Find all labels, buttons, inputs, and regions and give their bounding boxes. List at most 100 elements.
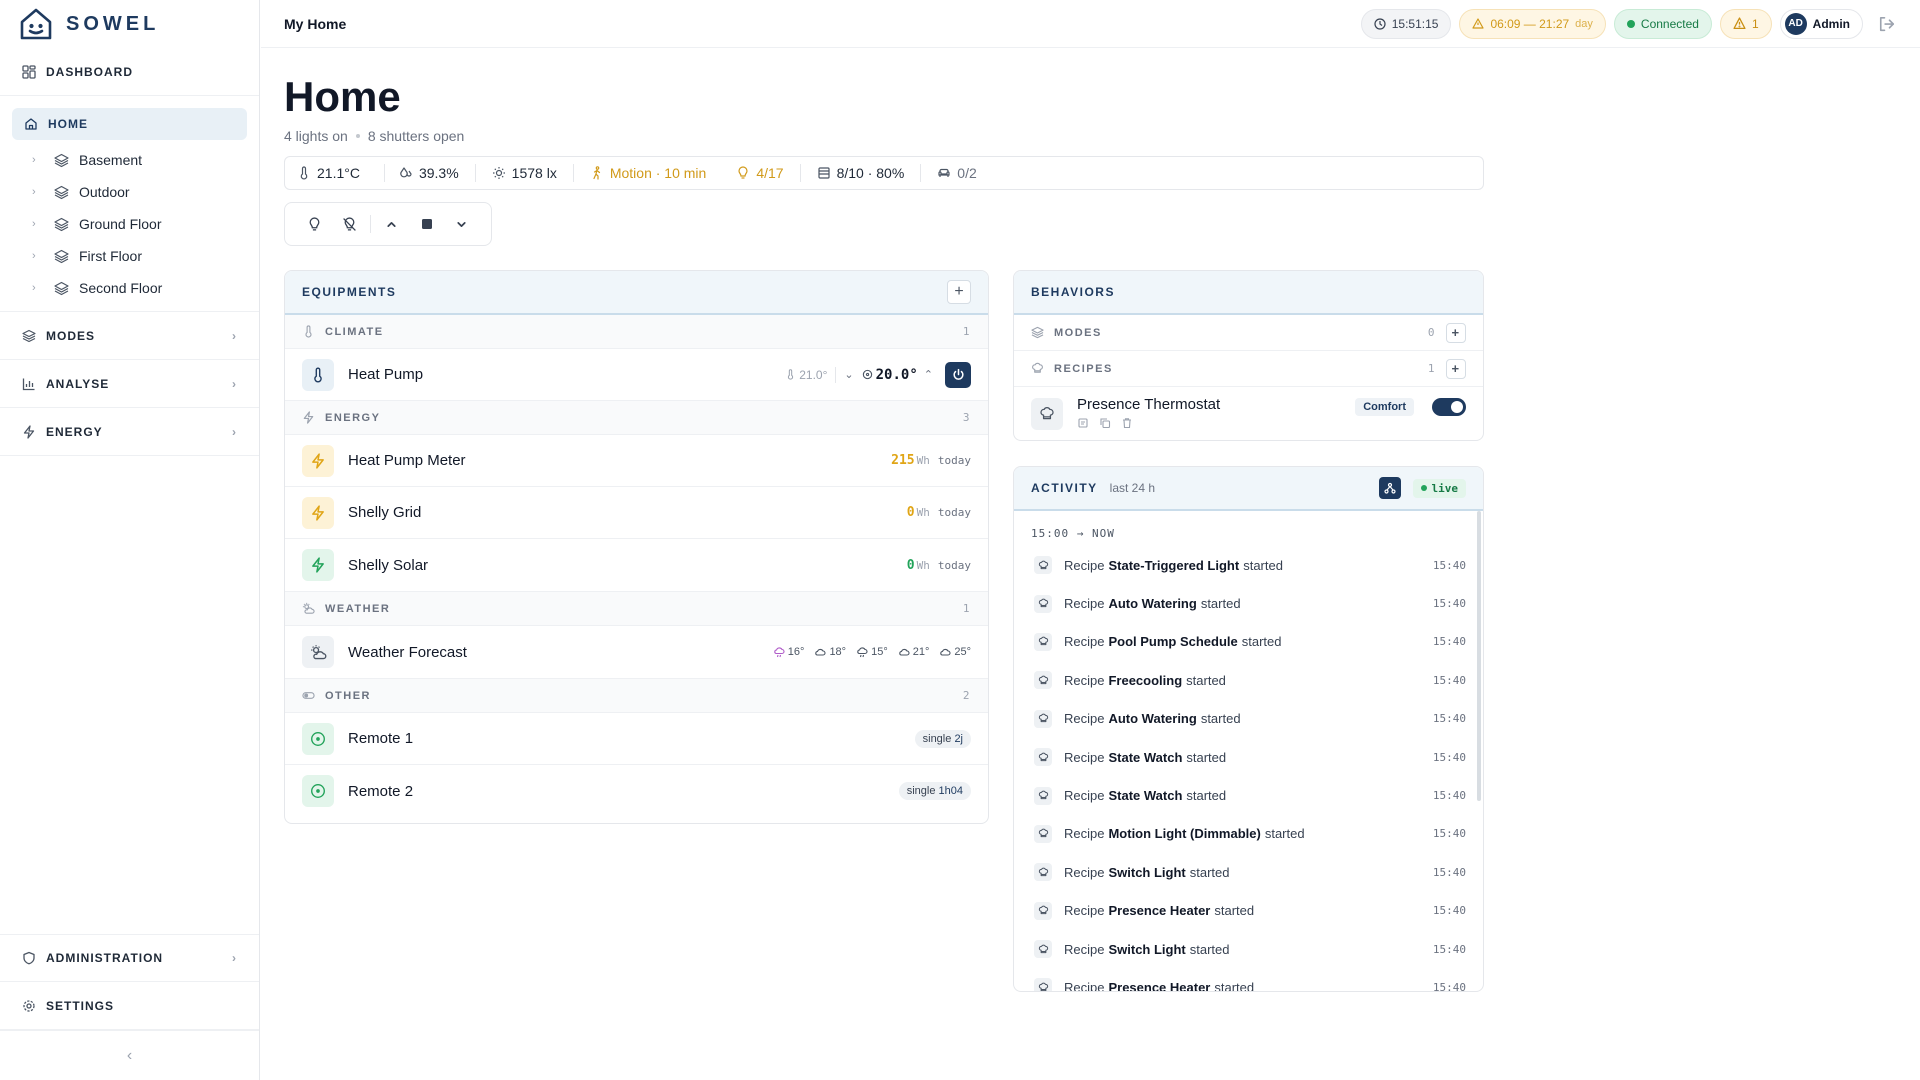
trash-icon[interactable] — [1121, 417, 1133, 429]
activity-row[interactable]: Recipe Switch Light started 15:40 — [1014, 853, 1483, 891]
activity-suffix: started — [1200, 596, 1241, 612]
equipment-row-weather-forecast[interactable]: Weather Forecast 16° 18° 15° 21° 25° — [285, 626, 988, 679]
chevron-right-icon[interactable]: › — [32, 282, 42, 294]
add-equipment-button[interactable]: + — [947, 280, 971, 304]
activity-feed[interactable]: 15:00 → NOW Recipe State-Triggered Light s… — [1014, 511, 1483, 991]
add-recipe-button[interactable]: + — [1446, 358, 1466, 379]
activity-row[interactable]: Recipe State Watch started 15:40 — [1014, 776, 1483, 814]
chef-hat-icon — [1034, 671, 1052, 690]
scrollbar[interactable] — [1477, 511, 1481, 801]
activity-row[interactable]: Recipe Switch Light started 15:40 — [1014, 930, 1483, 968]
activity-row[interactable]: Recipe Auto Watering started 15:40 — [1014, 700, 1483, 738]
shutters-down-button[interactable] — [444, 210, 479, 238]
equipment-name: Remote 1 — [348, 730, 414, 747]
status-badge: single 2j — [914, 729, 971, 748]
user-name: Admin — [1812, 16, 1850, 31]
floor-item-outdoor[interactable]: › Outdoor — [0, 176, 259, 208]
equipment-row-shelly-grid[interactable]: Shelly Grid 0 Wh today — [285, 487, 988, 539]
lights-off-button[interactable] — [332, 210, 367, 238]
zone-stats-bar: 21.1°C 39.3% 1578 lx Motion · 10 min 4/1… — [284, 156, 1484, 190]
recipe-enabled-toggle[interactable] — [1432, 398, 1466, 416]
lightbulb-off-icon — [343, 216, 356, 231]
live-dot-icon — [1420, 485, 1427, 491]
activity-recipe-name: State-Triggered Light — [1108, 557, 1240, 573]
nav-analyse[interactable]: ANALYSE › — [0, 360, 259, 408]
thermometer-icon — [788, 369, 794, 380]
activity-graph-button[interactable] — [1378, 477, 1401, 499]
recipe-row-presence-thermostat[interactable]: Presence Thermostat Comfort — [1014, 387, 1483, 439]
stat-temperature: 21.1°C — [297, 164, 376, 182]
recipe-name: Presence Thermostat — [1077, 396, 1221, 413]
shutters-open-summary: 8 shutters open — [367, 128, 465, 144]
equipment-name: Shelly Solar — [348, 556, 429, 574]
activity-row[interactable]: Recipe Auto Watering started 15:40 — [1014, 584, 1483, 622]
logout-icon[interactable] — [1877, 14, 1897, 34]
activity-row[interactable]: Recipe Presence Heater started 15:40 — [1014, 892, 1483, 930]
nav-energy[interactable]: ENERGY › — [0, 408, 259, 456]
nav-administration[interactable]: ADMINISTRATION › — [0, 934, 259, 982]
activity-suffix: started — [1186, 672, 1226, 688]
app-logo[interactable]: SOWEL — [0, 0, 259, 48]
layers-icon — [22, 329, 36, 342]
layers-icon — [54, 217, 69, 231]
top-header: My Home 15:51:15 06:09 — 21:27 day Conne… — [261, 0, 1920, 48]
floor-label: Ground Floor — [79, 216, 162, 232]
cloud-icon — [898, 648, 910, 656]
chef-hat-icon — [1034, 786, 1052, 805]
chef-hat-icon — [1034, 632, 1052, 651]
clock-time: 15:51:15 — [1391, 16, 1439, 31]
activity-prefix: Recipe — [1064, 596, 1105, 612]
chevron-right-icon[interactable]: › — [32, 218, 42, 230]
chevron-right-icon[interactable]: › — [32, 186, 42, 198]
floor-item-first-floor[interactable]: › First Floor — [0, 240, 259, 272]
activity-row[interactable]: Recipe Freecooling started 15:40 — [1014, 661, 1483, 699]
chef-hat-icon — [1034, 748, 1052, 767]
energy-unit: Wh — [916, 558, 930, 572]
nav-modes[interactable]: MODES › — [0, 312, 259, 360]
stop-icon — [421, 219, 432, 229]
activity-prefix: Recipe — [1064, 979, 1105, 991]
nav-home[interactable]: HOME — [12, 108, 247, 140]
lights-on-button[interactable] — [297, 210, 332, 238]
bolt-icon — [302, 444, 334, 477]
alerts-pill[interactable]: 1 — [1719, 8, 1772, 39]
setpoint-decrease-button[interactable]: ⌄ — [844, 368, 853, 381]
nav-dashboard[interactable]: DASHBOARD — [0, 48, 259, 96]
chef-hat-icon — [1034, 901, 1052, 920]
history-icon[interactable] — [1077, 417, 1089, 429]
activity-row[interactable]: Recipe State Watch started 15:40 — [1014, 738, 1483, 776]
layers-icon — [54, 153, 69, 167]
chevron-right-icon[interactable]: › — [32, 250, 42, 262]
activity-row[interactable]: Recipe State-Triggered Light started 15:40 — [1014, 546, 1483, 584]
chevron-down-icon — [457, 221, 466, 227]
setpoint-increase-button[interactable]: ⌃ — [924, 368, 933, 381]
energy-period: today — [937, 454, 971, 467]
copy-icon[interactable] — [1099, 417, 1111, 429]
forecast-temp: 15° — [871, 646, 888, 658]
equipment-name: Weather Forecast — [348, 643, 467, 661]
chevron-up-icon — [387, 221, 396, 227]
shutters-up-button[interactable] — [374, 210, 409, 238]
sofa-icon — [938, 168, 950, 177]
activity-row[interactable]: Recipe Motion Light (Dimmable) started 15:4… — [1014, 815, 1483, 853]
floor-label: Second Floor — [79, 280, 163, 296]
power-button[interactable] — [945, 361, 971, 388]
equipment-row-shelly-solar[interactable]: Shelly Solar 0 Wh today — [285, 539, 988, 592]
nav-settings[interactable]: SETTINGS — [0, 982, 259, 1030]
user-menu[interactable]: AD Admin — [1779, 8, 1863, 39]
floor-item-second-floor[interactable]: › Second Floor — [0, 272, 259, 304]
shutters-stop-button[interactable] — [409, 210, 444, 238]
floor-item-ground-floor[interactable]: › Ground Floor — [0, 208, 259, 240]
equipment-row-heat-pump[interactable]: Heat Pump 21.0° ⌄ 20.0° ⌃ — [285, 349, 988, 401]
equipment-row-heat-pump-meter[interactable]: Heat Pump Meter 215 Wh today — [285, 435, 988, 487]
group-climate-count: 1 — [962, 325, 971, 338]
add-mode-button[interactable]: + — [1446, 322, 1466, 343]
equipment-row-remote-1[interactable]: Remote 1 single 2j — [285, 713, 988, 765]
collapse-sidebar-button[interactable]: ‹ — [0, 1030, 259, 1080]
chef-hat-icon — [1034, 940, 1052, 959]
floor-item-basement[interactable]: › Basement — [0, 144, 259, 176]
activity-row[interactable]: Recipe Pool Pump Schedule started 15:40 — [1014, 623, 1483, 661]
activity-row[interactable]: Recipe Presence Heater started 15:40 — [1014, 968, 1483, 991]
equipment-row-remote-2[interactable]: Remote 2 single 1h04 — [285, 765, 988, 817]
chevron-right-icon[interactable]: › — [32, 154, 42, 166]
